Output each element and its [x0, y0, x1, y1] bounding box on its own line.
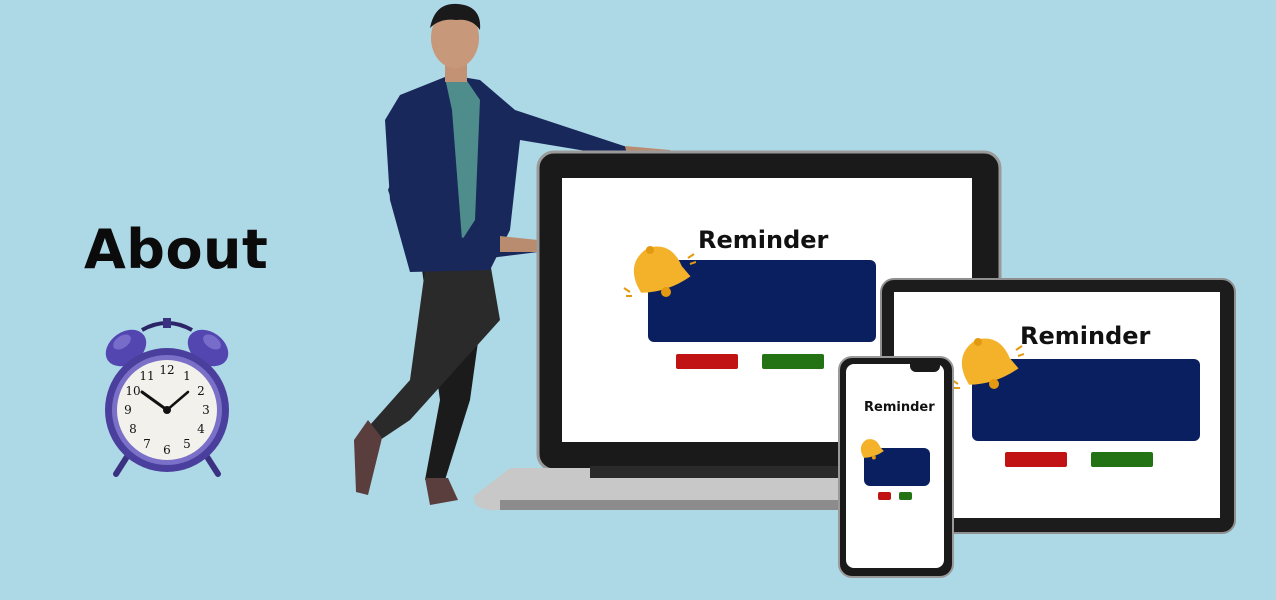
- dismiss-button[interactable]: [676, 354, 738, 369]
- dismiss-button[interactable]: [1005, 452, 1067, 467]
- svg-text:11: 11: [139, 369, 154, 383]
- phone-notch: [910, 364, 940, 372]
- confirm-button[interactable]: [1091, 452, 1153, 467]
- reminder-title: Reminder: [864, 400, 935, 415]
- svg-text:5: 5: [183, 437, 191, 451]
- bell-icon: [860, 439, 884, 460]
- svg-text:10: 10: [125, 384, 140, 398]
- svg-text:1: 1: [183, 369, 191, 383]
- svg-text:8: 8: [129, 422, 137, 436]
- page-title: About: [84, 218, 269, 281]
- svg-text:6: 6: [163, 443, 171, 457]
- phone-screen: Reminder: [846, 364, 944, 568]
- dismiss-button[interactable]: [878, 492, 891, 500]
- svg-text:2: 2: [197, 384, 205, 398]
- svg-text:3: 3: [202, 403, 210, 417]
- phone-device: Reminder: [838, 356, 954, 578]
- svg-text:7: 7: [143, 437, 151, 451]
- bell-icon: [623, 246, 696, 297]
- svg-text:12: 12: [159, 363, 174, 377]
- confirm-button[interactable]: [899, 492, 912, 500]
- bell-icon: [951, 338, 1024, 389]
- alarm-clock-icon: 12 1 2 3 4 5 6 7 8 9 10 11: [105, 318, 229, 477]
- svg-text:4: 4: [197, 422, 205, 436]
- reminder-title: Reminder: [1020, 322, 1151, 350]
- reminder-title: Reminder: [698, 226, 829, 254]
- svg-text:9: 9: [124, 403, 132, 417]
- confirm-button[interactable]: [762, 354, 824, 369]
